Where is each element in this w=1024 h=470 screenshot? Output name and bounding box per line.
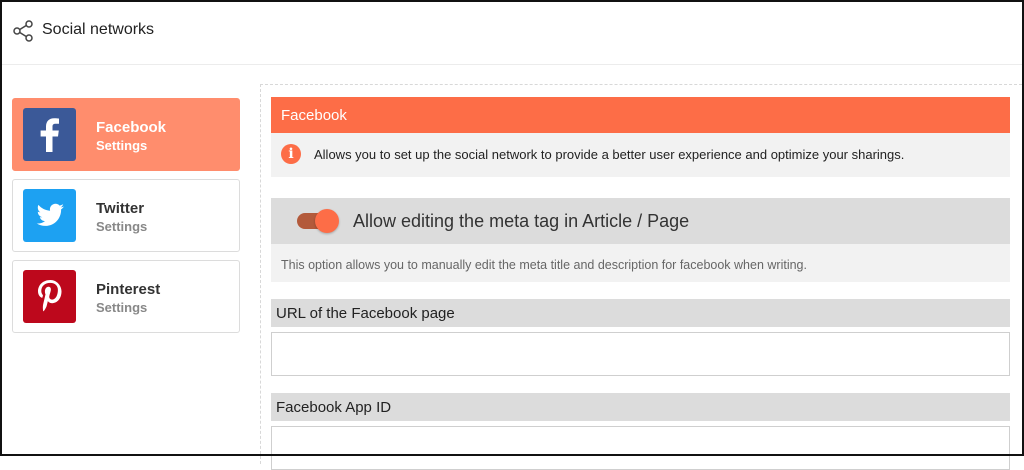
pinterest-icon (23, 270, 76, 323)
sidebar-item-twitter[interactable]: Twitter Settings (12, 179, 240, 252)
info-icon: i (281, 144, 301, 164)
panel-title-bar: Facebook (271, 97, 1010, 133)
field-label-text: URL of the Facebook page (276, 305, 455, 322)
toggle-description: This option allows you to manually edit … (281, 258, 807, 272)
sidebar-item-sublabel: Settings (96, 300, 148, 315)
share-icon (13, 20, 33, 42)
info-notice: i Allows you to set up the social networ… (271, 133, 1010, 177)
page-title: Social networks (42, 21, 155, 38)
twitter-icon (23, 189, 76, 242)
facebook-page-url-input[interactable] (271, 332, 1010, 376)
facebook-app-id-input[interactable] (271, 426, 1010, 470)
network-sidebar: Facebook Settings Twitter Settings Pinte… (12, 98, 240, 341)
toggle-knob (315, 209, 339, 233)
meta-tag-toggle[interactable] (297, 209, 339, 233)
toggle-label: Allow editing the meta tag in Article / … (353, 211, 690, 231)
sidebar-item-facebook[interactable]: Facebook Settings (12, 98, 240, 171)
meta-tag-toggle-row: Allow editing the meta tag in Article / … (271, 198, 1010, 244)
sidebar-item-label: Pinterest (96, 281, 161, 298)
page-header: Social networks (2, 2, 1022, 65)
facebook-icon (23, 108, 76, 161)
sidebar-item-label: Facebook (96, 119, 167, 136)
sidebar-item-label: Twitter (96, 200, 145, 217)
info-text: Allows you to set up the social network … (314, 147, 905, 162)
facebook-page-url-label: URL of the Facebook page (271, 299, 1010, 327)
toggle-description-row: This option allows you to manually edit … (271, 244, 1010, 282)
sidebar-item-pinterest[interactable]: Pinterest Settings (12, 260, 240, 333)
facebook-app-id-label: Facebook App ID (271, 393, 1010, 421)
sidebar-item-sublabel: Settings (96, 219, 148, 234)
field-label-text: Facebook App ID (276, 399, 392, 416)
panel-title: Facebook (281, 107, 347, 124)
sidebar-item-sublabel: Settings (96, 138, 148, 153)
